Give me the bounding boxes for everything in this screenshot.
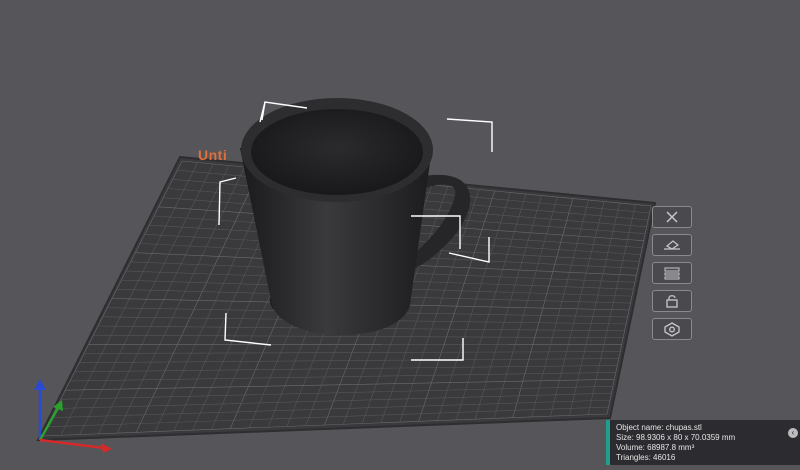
gear-icon <box>662 321 682 337</box>
layflat-icon <box>662 238 682 252</box>
object-name: Object name: chupas.stl <box>616 423 800 433</box>
delete-button[interactable] <box>652 206 692 228</box>
chevron-icon: ‹ <box>792 428 795 437</box>
auto-orient-button[interactable] <box>652 234 692 256</box>
settings-button[interactable] <box>652 318 692 340</box>
object-triangles: Triangles: 46016 <box>616 453 800 463</box>
object-toolbar <box>652 206 698 340</box>
object-size: Size: 98.9306 x 80 x 70.0359 mm <box>616 433 800 443</box>
close-icon <box>664 210 680 224</box>
lock-icon <box>663 294 681 308</box>
lock-button[interactable] <box>652 290 692 312</box>
arrange-button[interactable] <box>652 262 692 284</box>
3d-viewport[interactable]: Unti Object name: chupas.stl Size: 98.93… <box>0 0 800 465</box>
plate-name-label: Unti <box>198 147 227 163</box>
object-volume: Volume: 68987.8 mm³ <box>616 443 800 453</box>
arrange-icon <box>662 266 682 280</box>
collapse-info-button[interactable]: ‹ <box>788 428 798 438</box>
object-info-panel: Object name: chupas.stl Size: 98.9306 x … <box>606 420 800 465</box>
